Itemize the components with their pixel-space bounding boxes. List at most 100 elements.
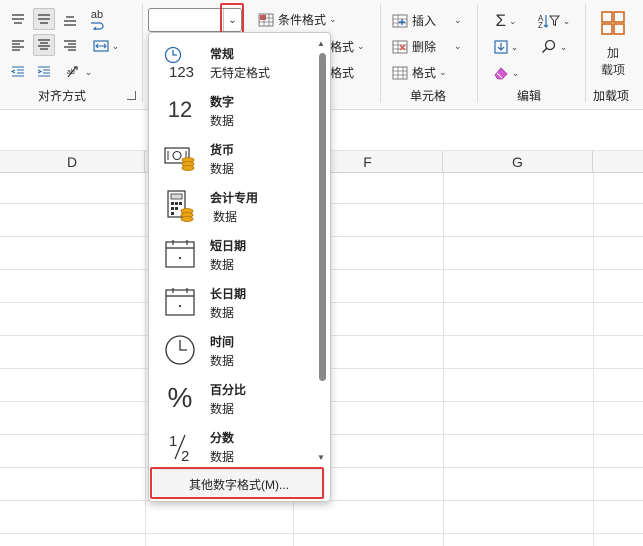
grid-line	[443, 173, 444, 546]
text-orientation-icon: ab	[67, 66, 78, 78]
chevron-down-icon: ⌄	[559, 41, 568, 52]
clear-button[interactable]: ⌄	[488, 62, 524, 84]
format-option-accounting[interactable]: 会计专用 数据	[149, 183, 311, 231]
accounting-icon	[163, 189, 197, 223]
insert-cells-icon	[392, 14, 408, 27]
conditional-format-icon	[258, 13, 274, 26]
align-center-button[interactable]	[33, 34, 55, 56]
wrap-arrow-icon	[91, 22, 104, 30]
format-option-currency[interactable]: 货币 数据	[149, 135, 311, 183]
dropdown-scrollbar[interactable]: ▲ ▼	[315, 37, 329, 465]
align-left-icon	[12, 40, 24, 51]
group-label-addins: 加载项	[593, 89, 630, 103]
chevron-down-icon: ⌄	[454, 15, 462, 25]
sort-filter-button[interactable]: AZ ⌄	[536, 10, 572, 32]
increase-indent-button[interactable]	[33, 62, 55, 82]
scrollbar-thumb[interactable]	[319, 53, 326, 381]
grid-line	[0, 533, 643, 534]
percent-icon: %	[167, 382, 193, 413]
ribbon-separator	[477, 4, 478, 102]
chevron-down-icon: ⌄	[562, 15, 571, 26]
clock-123-icon: 123	[163, 45, 197, 79]
conditional-format-button[interactable]: 条件格式 ⌄	[258, 11, 337, 28]
svg-text:ab: ab	[67, 69, 75, 76]
chevron-down-icon: ⌄	[111, 40, 120, 51]
format-option-long-date[interactable]: 长日期 数据	[149, 279, 311, 327]
wrap-text-icon: ab	[90, 9, 104, 21]
orientation-button[interactable]: ab ⌄	[62, 62, 96, 82]
fill-button[interactable]: ⌄	[488, 36, 524, 58]
chevron-down-icon: ⌄	[439, 67, 447, 77]
number-format-dropdown: 123 常规 无特定格式 12 数字 数据 货币 数据 会计专用 数据 短日期 …	[148, 32, 331, 502]
format-cells-icon	[392, 66, 408, 79]
format-option-time[interactable]: 时间 数据	[149, 327, 311, 375]
chevron-down-icon: ⌄	[329, 14, 337, 24]
grid-line	[593, 173, 594, 546]
search-icon	[541, 39, 555, 54]
merge-center-button[interactable]: ⌄	[86, 36, 126, 56]
sort-filter-icon: AZ	[538, 14, 560, 29]
align-bottom-button[interactable]	[60, 10, 80, 30]
align-right-button[interactable]	[60, 36, 80, 56]
svg-text:123: 123	[169, 64, 194, 79]
long-date-icon	[163, 285, 197, 319]
format-option-fraction[interactable]: 12 分数 数据	[149, 423, 311, 471]
group-label-cells: 单元格	[410, 89, 447, 103]
number-12-icon: 12	[167, 97, 193, 122]
decrease-indent-button[interactable]	[8, 62, 28, 82]
short-date-icon	[163, 237, 197, 271]
find-select-button[interactable]: ⌄	[536, 36, 572, 58]
alignment-dialog-launcher-icon[interactable]	[127, 91, 136, 100]
svg-text:1: 1	[169, 433, 177, 450]
cell-styles-button[interactable]: 格式	[330, 64, 354, 81]
column-header[interactable]: G	[443, 151, 593, 173]
sigma-icon: Σ	[495, 11, 506, 30]
chevron-down-icon: ⌄	[510, 41, 519, 52]
eraser-icon	[494, 67, 508, 80]
increase-indent-icon	[37, 66, 50, 77]
align-middle-button[interactable]	[33, 8, 55, 30]
delete-cells-icon	[392, 40, 408, 53]
chevron-down-icon: ⌄	[357, 41, 365, 51]
chevron-down-icon: ⌄	[84, 66, 93, 77]
align-bottom-icon	[64, 16, 76, 26]
svg-text:Z: Z	[538, 21, 543, 29]
align-left-button[interactable]	[8, 36, 28, 56]
add-ins-icon	[601, 11, 625, 35]
merge-center-icon	[93, 40, 109, 52]
align-middle-icon	[38, 14, 50, 24]
scroll-up-icon[interactable]: ▲	[317, 39, 325, 48]
grid-line	[145, 173, 146, 546]
fraction-icon: 12	[163, 429, 197, 463]
insert-cells-button[interactable]: 插入 ⌄	[392, 12, 462, 29]
scroll-down-icon[interactable]: ▼	[317, 453, 325, 462]
group-label-alignment: 对齐方式	[38, 89, 87, 103]
align-center-icon	[38, 39, 50, 50]
ribbon-separator	[142, 4, 143, 102]
format-option-number[interactable]: 12 数字 数据	[149, 87, 311, 135]
delete-cells-button[interactable]: 删除 ⌄	[392, 38, 462, 55]
align-top-icon	[12, 14, 24, 24]
format-option-general[interactable]: 123 常规 无特定格式	[149, 39, 311, 87]
clock-icon	[163, 333, 197, 367]
decrease-indent-icon	[11, 66, 24, 77]
table-format-button[interactable]: 格式 ⌄	[330, 38, 365, 55]
add-ins-button[interactable]: 加 载项	[592, 10, 634, 78]
wrap-text-button[interactable]: ab	[86, 8, 108, 32]
currency-icon	[163, 141, 197, 175]
group-label-editing: 编辑	[517, 89, 542, 103]
column-header[interactable]: D	[0, 151, 145, 173]
format-cells-button[interactable]: 格式 ⌄	[392, 64, 447, 81]
align-right-icon	[64, 40, 76, 51]
format-option-percent[interactable]: % 百分比 数据	[149, 375, 311, 423]
format-option-short-date[interactable]: 短日期 数据	[149, 231, 311, 279]
autosum-button[interactable]: Σ ⌄	[488, 10, 524, 32]
column-header[interactable]	[593, 151, 643, 173]
ribbon-separator	[380, 4, 381, 102]
svg-text:2: 2	[181, 448, 189, 463]
fill-down-icon	[494, 40, 508, 54]
highlight-more-formats	[150, 467, 324, 499]
align-top-button[interactable]	[8, 10, 28, 30]
chevron-down-icon: ⌄	[511, 67, 520, 78]
chevron-down-icon: ⌄	[508, 15, 517, 26]
